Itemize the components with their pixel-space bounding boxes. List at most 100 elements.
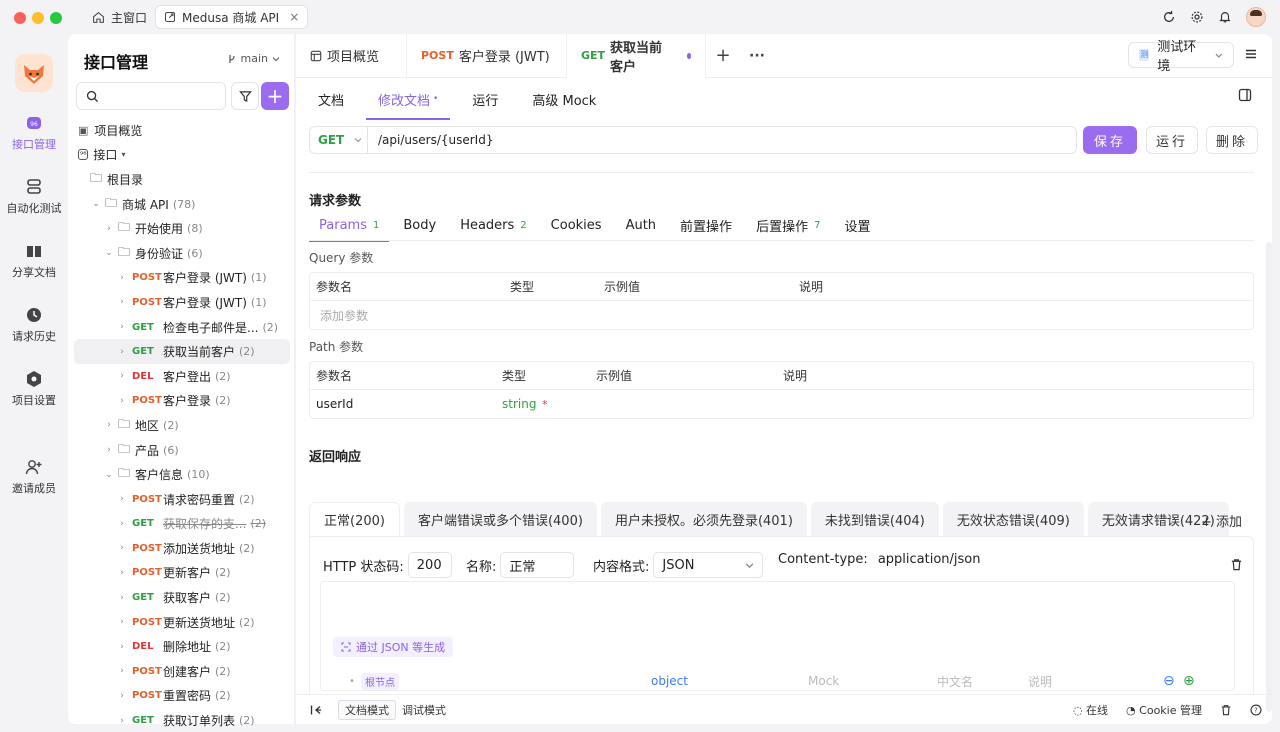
doc-mode-toggle[interactable]: 文档模式 [338,699,396,720]
minus-circle-icon[interactable]: ⊖ [1163,673,1175,689]
tree-api-item[interactable]: › POST 请求密码重置 (2) [74,487,290,512]
bell-icon[interactable] [1218,10,1232,24]
rail-api-management[interactable]: 96 接口管理 [0,114,68,152]
sidebar-search-input[interactable] [76,82,226,110]
tree-folder[interactable]: ⌄ 🗀 身份验证 (6) [74,241,290,266]
param-tab[interactable]: Cookies [541,211,612,239]
minimize-window-button[interactable] [32,12,44,24]
tree-folder[interactable]: ⌄ 🗀 商城 API (78) [74,192,290,217]
tree-folder[interactable]: ⌄ 🗀 客户信息 (10) [74,462,290,487]
subtab-edit-doc[interactable]: 修改文档 • [366,78,451,120]
tree-api-item[interactable]: › POST 重置密码 (2) [74,684,290,709]
subtab-run[interactable]: 运行 [460,78,510,120]
rail-history[interactable]: 请求历史 [0,306,68,344]
project-tab[interactable]: Medusa 商城 API × [155,5,309,29]
environment-selector[interactable]: 测 测试环境 [1128,40,1234,74]
tree-item[interactable]: ▣ 项目概览 [74,118,290,143]
chevron-right-icon[interactable]: › [117,691,127,701]
tree-api-item[interactable]: › POST 更新送货地址 (2) [74,610,290,635]
online-status[interactable]: ◌ 在线 [1073,702,1108,718]
toggle-panel-icon[interactable] [1238,88,1252,102]
chevron-right-icon[interactable]: › [117,543,127,553]
tree-api-item[interactable]: › POST 更新客户 (2) [74,561,290,586]
close-icon[interactable]: × [289,10,299,24]
chevron-right-icon[interactable]: › [117,666,127,676]
tree-folder[interactable]: › 🗀 开始使用 (8) [74,216,290,241]
method-select[interactable]: GET [310,127,368,153]
response-name-input[interactable]: 正常 [500,552,575,578]
user-avatar[interactable] [1246,7,1266,27]
param-tab[interactable]: Headers 2 [450,211,536,239]
param-tab[interactable]: Auth [616,211,666,239]
param-tab[interactable]: Body [393,211,446,239]
chevron-right-icon[interactable]: › [104,224,114,234]
tree-api-item[interactable]: › POST 客户登录 (2) [74,389,290,414]
plus-circle-icon[interactable]: ⊕ [1183,673,1195,689]
more-tabs-button[interactable]: ··· [740,48,774,64]
tree-api-item[interactable]: › GET 检查电子邮件是... (2) [74,315,290,340]
tree-item[interactable]: 🗀 根目录 [74,167,290,192]
chevron-right-icon[interactable]: › [117,494,127,504]
chevron-right-icon[interactable]: › [117,519,127,529]
tree-api-item[interactable]: › GET 获取客户 (2) [74,585,290,610]
response-tab[interactable]: 无效状态错误(409) [942,502,1084,536]
tree-folder[interactable]: › 🗀 产品 (6) [74,438,290,463]
add-param-input[interactable]: 添加参数 [310,307,368,324]
param-tab[interactable]: 设置 [834,211,880,239]
schema-desc[interactable]: 说明 [1028,673,1052,690]
tab-project-overview[interactable]: 项目概览 [296,33,407,78]
param-tab[interactable]: Params 1 [309,211,390,242]
response-tab[interactable]: 用户未授权。必须先登录(401) [600,502,807,536]
response-tab[interactable]: 客户端错误或多个错误(400) [403,502,597,536]
tree-api-item[interactable]: › GET 获取保存的支... (2) [74,512,290,537]
chevron-right-icon[interactable]: › [117,273,127,283]
content-format-select[interactable]: JSON [653,552,764,578]
tree-api-item[interactable]: › POST 添加送货地址 (2) [74,536,290,561]
run-button[interactable]: 运行 [1146,126,1198,154]
chevron-right-icon[interactable]: › [117,396,127,406]
cookie-manager-button[interactable]: ◔ Cookie 管理 [1126,702,1202,718]
chevron-right-icon[interactable]: › [117,371,127,381]
trash-icon[interactable] [1220,704,1232,716]
tree-item[interactable]: ⁹⁶ 接口 ▾ [74,143,290,168]
close-window-button[interactable] [14,12,26,24]
chevron-right-icon[interactable]: › [117,568,127,578]
debug-mode-toggle[interactable]: 调试模式 [396,700,452,720]
tab-get-current-customer[interactable]: GET 获取当前客户 [567,33,706,78]
branch-selector[interactable]: main [227,52,280,65]
refresh-icon[interactable] [1162,10,1176,24]
status-code-input[interactable]: 200 [407,552,452,578]
param-tab[interactable]: 前置操作 [670,211,742,239]
add-api-button[interactable]: + [261,82,289,110]
tree-api-item[interactable]: › POST 客户登录 (JWT) (1) [74,266,290,291]
chevron-right-icon[interactable]: › [117,347,127,357]
subtab-advanced-mock[interactable]: 高级 Mock [520,78,608,120]
chevron-right-icon[interactable]: › [117,716,127,726]
tree-api-item[interactable]: › GET 获取订单列表 (2) [74,708,290,732]
tree-api-item[interactable]: › POST 创建客户 (2) [74,659,290,684]
chevron-right-icon[interactable]: › [104,420,114,430]
param-tab[interactable]: 后置操作 7 [746,211,830,239]
vertical-scrollbar[interactable] [1266,242,1272,712]
chevron-right-icon[interactable]: › [117,593,127,603]
response-tab[interactable]: 未找到错误(404) [810,502,939,536]
schema-cn-name[interactable]: 中文名 [937,673,973,690]
collapse-sidebar-icon[interactable] [310,704,322,716]
tree-api-item[interactable]: › POST 客户登录 (JWT) (1) [74,290,290,315]
new-tab-button[interactable]: + [706,45,740,66]
help-icon[interactable]: ? [1250,704,1262,716]
chevron-right-icon[interactable]: › [117,617,127,627]
chevron-right-icon[interactable]: › [117,642,127,652]
chevron-right-icon[interactable]: › [117,322,127,332]
tab-post-customer-login[interactable]: POST 客户登录 (JWT) [407,33,567,78]
response-tab[interactable]: 正常(200) [309,502,400,536]
subtab-doc[interactable]: 文档 [306,78,356,120]
more-responses-button[interactable]: ··· [1164,512,1176,527]
caret-down-icon[interactable]: ▾ [121,150,125,159]
trash-icon[interactable] [1230,558,1243,571]
rail-automation[interactable]: 自动化测试 [0,178,68,216]
filter-button[interactable] [231,82,259,110]
home-tab[interactable]: 主窗口 [84,5,155,29]
delete-button[interactable]: 删除 [1206,126,1258,154]
url-path-input[interactable]: /api/users/{userId} [368,133,493,147]
